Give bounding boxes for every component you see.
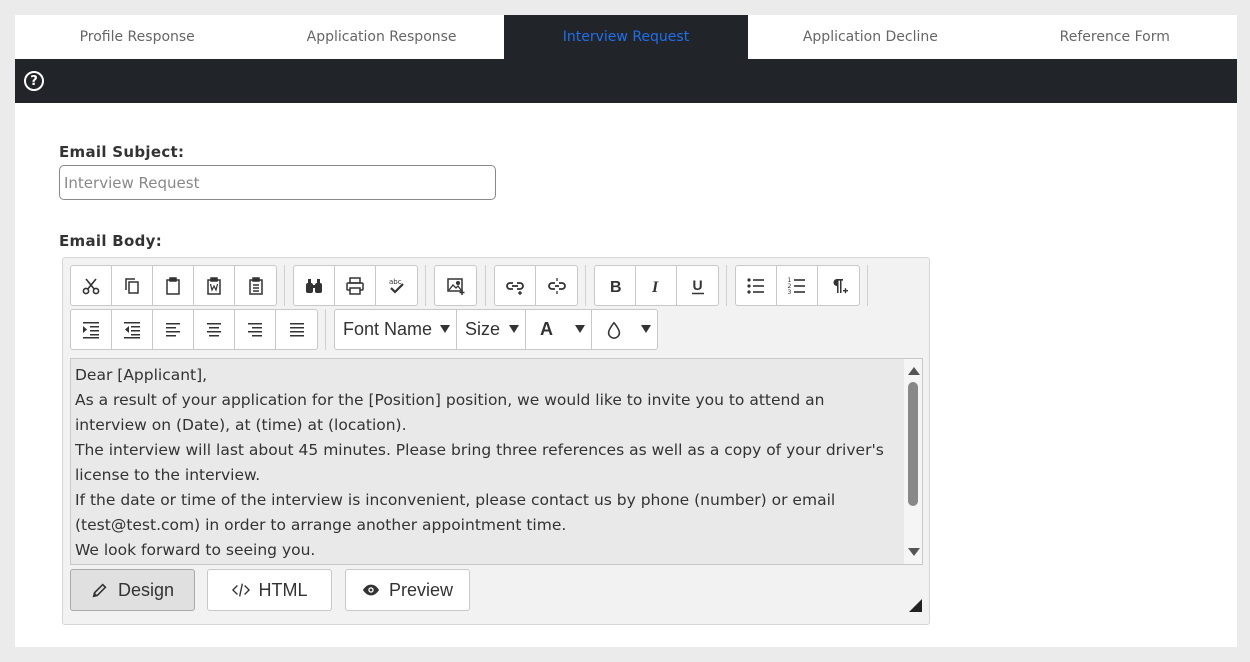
indent-icon[interactable] — [71, 310, 112, 349]
chevron-down-icon — [575, 325, 585, 333]
tab-profile-response[interactable]: Profile Response — [15, 15, 259, 59]
html-mode-button[interactable]: HTML — [207, 569, 332, 611]
italic-icon[interactable]: I — [636, 266, 677, 305]
align-center-icon[interactable] — [194, 310, 235, 349]
spellcheck-icon[interactable]: abc — [376, 266, 417, 305]
font-group: Font Name Size A — [334, 309, 658, 350]
font-name-label: Font Name — [343, 319, 433, 339]
list-group: 123 — [735, 265, 860, 306]
link-group — [494, 265, 578, 306]
font-size-dropdown[interactable]: Size — [457, 310, 526, 349]
find-icon[interactable] — [294, 266, 335, 305]
scrollbar-thumb[interactable] — [908, 382, 918, 506]
bold-icon[interactable]: B — [595, 266, 636, 305]
paste-from-word-icon[interactable] — [194, 266, 235, 305]
tools-group: abc — [293, 265, 418, 306]
font-color-icon: A — [540, 319, 553, 339]
rich-text-editor: abc B I U 1 2 3 Font Name Size A Dear [A… — [62, 257, 930, 625]
design-mode-button[interactable]: Design — [70, 569, 195, 611]
body-paragraph: We look forward to seeing you. — [75, 541, 316, 559]
email-body-label: Email Body: — [59, 232, 163, 250]
svg-text:3: 3 — [788, 289, 792, 296]
chevron-down-icon — [641, 325, 651, 333]
content-scrollbar[interactable] — [904, 359, 922, 564]
print-icon[interactable] — [335, 266, 376, 305]
body-paragraph: The interview will last about 45 minutes… — [75, 441, 884, 484]
toolbar-separator — [585, 265, 586, 306]
align-left-icon[interactable] — [153, 310, 194, 349]
droplet-icon — [607, 321, 621, 339]
cut-icon[interactable] — [71, 266, 112, 305]
scroll-down-icon[interactable] — [908, 548, 920, 556]
paragraph-icon[interactable] — [818, 266, 859, 305]
svg-text:U: U — [692, 277, 702, 293]
chevron-down-icon — [440, 325, 450, 333]
numbered-list-icon[interactable]: 123 — [777, 266, 818, 305]
paste-icon[interactable] — [153, 266, 194, 305]
background-color-dropdown[interactable] — [592, 310, 657, 349]
resize-handle-icon[interactable] — [909, 599, 922, 612]
underline-icon[interactable]: U — [677, 266, 718, 305]
justify-icon[interactable] — [276, 310, 317, 349]
insert-image-icon[interactable] — [435, 266, 476, 305]
email-subject-label: Email Subject: — [59, 143, 185, 161]
image-group — [434, 265, 477, 306]
align-right-icon[interactable] — [235, 310, 276, 349]
body-paragraph: As a result of your application for the … — [75, 391, 825, 434]
eye-icon — [362, 584, 380, 596]
body-paragraph: If the date or time of the interview is … — [75, 491, 836, 534]
chevron-down-icon — [509, 325, 519, 333]
bulleted-list-icon[interactable] — [736, 266, 777, 305]
insert-link-icon[interactable] — [495, 266, 536, 305]
toolbar-separator — [325, 309, 326, 350]
code-icon — [231, 583, 250, 597]
design-label: Design — [117, 579, 175, 600]
html-label: HTML — [258, 579, 308, 600]
toolbar-bar: ? — [15, 59, 1237, 103]
paste-plain-text-icon[interactable] — [235, 266, 276, 305]
body-paragraph: Dear [Applicant], — [75, 366, 208, 384]
font-size-label: Size — [465, 319, 501, 339]
svg-text:abc: abc — [389, 278, 402, 286]
tab-application-response[interactable]: Application Response — [259, 15, 503, 59]
email-body-text: Dear [Applicant], As a result of your ap… — [75, 363, 900, 563]
copy-icon[interactable] — [112, 266, 153, 305]
toolbar-separator — [485, 265, 486, 306]
outdent-icon[interactable] — [112, 310, 153, 349]
toolbar-separator — [284, 265, 285, 306]
help-icon[interactable]: ? — [24, 71, 44, 91]
toolbar-separator — [425, 265, 426, 306]
email-template-panel: Profile Response Application Response In… — [15, 15, 1237, 647]
text-style-group: B I U — [594, 265, 719, 306]
tab-reference-form[interactable]: Reference Form — [993, 15, 1237, 59]
email-subject-input[interactable] — [59, 165, 496, 200]
font-name-dropdown[interactable]: Font Name — [335, 310, 457, 349]
scroll-up-icon[interactable] — [908, 367, 920, 375]
preview-label: Preview — [388, 579, 454, 600]
toolbar-separator — [726, 265, 727, 306]
tab-interview-request[interactable]: Interview Request — [503, 15, 749, 59]
template-tabs: Profile Response Application Response In… — [15, 15, 1237, 59]
font-color-dropdown[interactable]: A — [526, 310, 592, 349]
svg-text:B: B — [610, 279, 622, 296]
svg-text:I: I — [651, 279, 659, 296]
remove-link-icon[interactable] — [536, 266, 577, 305]
clipboard-group — [70, 265, 277, 306]
toolbar-separator — [867, 265, 868, 306]
tab-application-decline[interactable]: Application Decline — [748, 15, 992, 59]
email-body-content[interactable]: Dear [Applicant], As a result of your ap… — [70, 358, 923, 565]
preview-mode-button[interactable]: Preview — [345, 569, 470, 611]
alignment-group — [70, 309, 318, 350]
pencil-icon — [92, 583, 107, 598]
